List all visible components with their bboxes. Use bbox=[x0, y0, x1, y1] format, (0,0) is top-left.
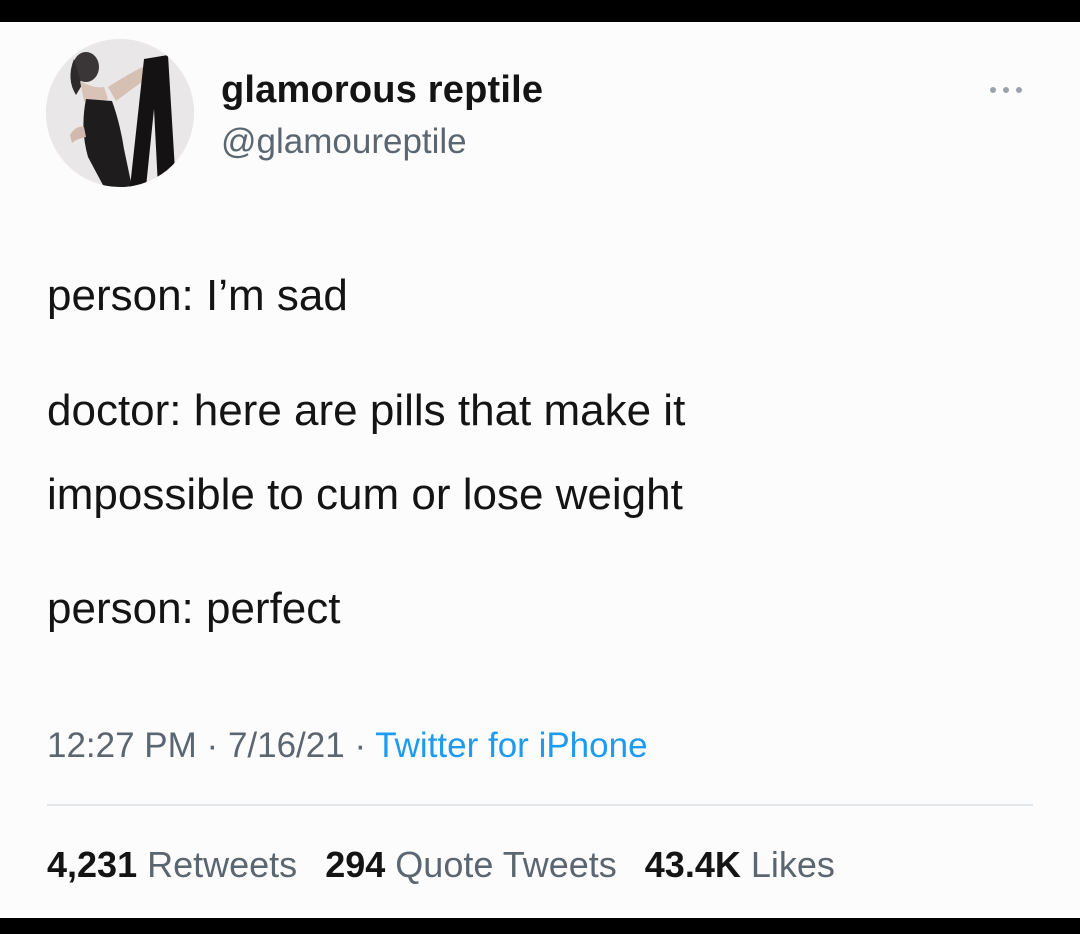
tweet-metadata: 12:27 PM · 7/16/21 · Twitter for iPhone bbox=[47, 726, 648, 766]
more-options-icon[interactable] bbox=[980, 80, 1032, 100]
retweets-stat[interactable]: 4,231 Retweets bbox=[47, 844, 297, 885]
tweet-time[interactable]: 12:27 PM bbox=[47, 726, 197, 765]
tweet-text-line: impossible to cum or lose weight bbox=[47, 470, 683, 519]
avatar-image bbox=[46, 39, 194, 187]
tweet-date[interactable]: 7/16/21 bbox=[228, 726, 345, 765]
likes-count: 43.4K bbox=[644, 844, 741, 885]
screenshot-frame: glamorous reptile @glamoureptile person:… bbox=[0, 0, 1080, 934]
quote-tweets-label: Quote Tweets bbox=[395, 844, 617, 885]
quote-tweets-count: 294 bbox=[325, 844, 386, 885]
likes-label: Likes bbox=[750, 844, 835, 885]
tweet-text-line: person: I’m sad bbox=[47, 271, 348, 320]
tweet-text-line: doctor: here are pills that make it bbox=[47, 386, 686, 435]
quote-tweets-stat[interactable]: 294 Quote Tweets bbox=[325, 844, 617, 885]
separator: · bbox=[206, 726, 219, 765]
likes-stat[interactable]: 43.4K Likes bbox=[645, 844, 835, 885]
tweet-source-link[interactable]: Twitter for iPhone bbox=[375, 726, 647, 765]
dot bbox=[990, 87, 996, 93]
divider bbox=[47, 804, 1033, 806]
dot bbox=[1016, 87, 1022, 93]
tweet-stats: 4,231 Retweets 294 Quote Tweets 43.4K Li… bbox=[47, 844, 853, 886]
author-display-name[interactable]: glamorous reptile bbox=[221, 69, 543, 112]
tweet-card: glamorous reptile @glamoureptile person:… bbox=[0, 22, 1080, 918]
retweets-count: 4,231 bbox=[47, 844, 138, 885]
dot bbox=[1003, 87, 1009, 93]
retweets-label: Retweets bbox=[147, 844, 298, 885]
author-handle[interactable]: @glamoureptile bbox=[221, 122, 467, 162]
tweet-text-line: person: perfect bbox=[47, 584, 341, 633]
avatar[interactable] bbox=[46, 39, 194, 187]
separator: · bbox=[354, 726, 367, 765]
